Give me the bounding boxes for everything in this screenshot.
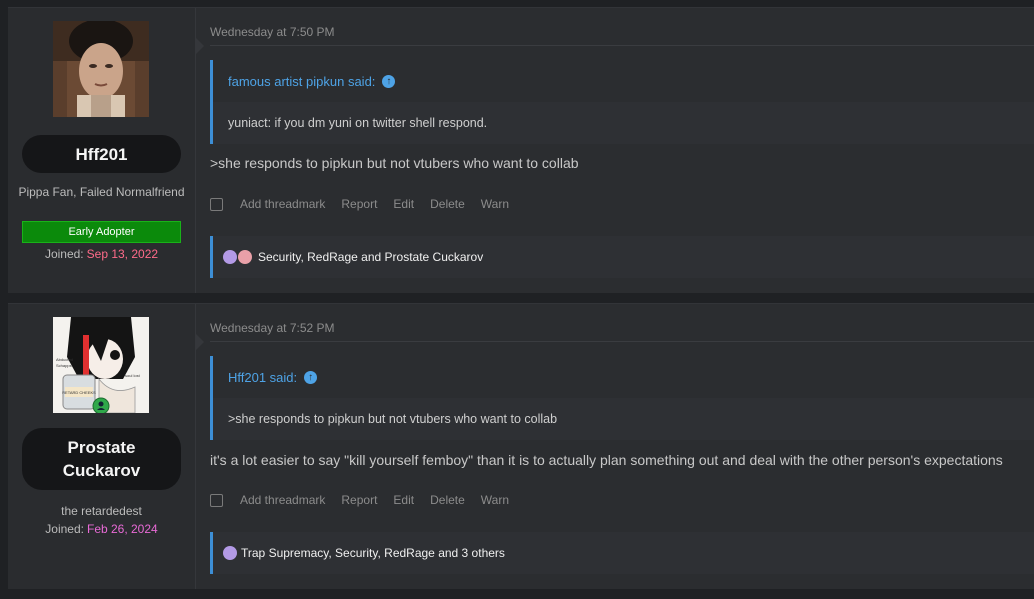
user-info-panel: RETARD CHEEKS Abducted Schapps soul lost…	[8, 304, 204, 589]
add-threadmark-link[interactable]: Add threadmark	[240, 493, 325, 507]
edit-link[interactable]: Edit	[393, 493, 414, 507]
joined-info: Joined: Feb 26, 2024	[8, 522, 195, 536]
joined-info: Joined: Sep 13, 2022	[8, 247, 195, 261]
edit-link[interactable]: Edit	[393, 197, 414, 211]
post-timestamp[interactable]: Wednesday at 7:52 PM	[210, 321, 335, 335]
quote-author[interactable]: famous artist pipkun said:	[228, 74, 375, 89]
jar-label: RETARD CHEEKS	[62, 390, 96, 395]
username-line-1[interactable]: Prostate	[67, 436, 135, 459]
early-adopter-badge: Early Adopter	[22, 221, 181, 243]
report-link[interactable]: Report	[341, 197, 377, 211]
avatar-side-label-1: Abducted	[56, 357, 73, 362]
joined-label: Joined:	[44, 247, 84, 261]
username-text[interactable]: Hff201	[76, 143, 128, 166]
username[interactable]: Prostate Cuckarov	[22, 428, 181, 490]
user-info-panel: Hff201 Pippa Fan, Failed Normalfriend Ea…	[8, 8, 204, 293]
username[interactable]: Hff201	[22, 135, 181, 173]
select-checkbox[interactable]	[210, 197, 223, 211]
warn-link[interactable]: Warn	[481, 493, 509, 507]
post: RETARD CHEEKS Abducted Schapps soul lost…	[8, 303, 1034, 589]
user-title: Pippa Fan, Failed Normalfriend	[18, 185, 185, 199]
reaction-emoji-icon	[238, 250, 252, 264]
quote-text: >she responds to pipkun but not vtubers …	[213, 398, 1034, 440]
reactions-text[interactable]: Trap Supremacy, Security, RedRage and 3 …	[241, 546, 505, 560]
post-actions: Add threadmark Report Edit Delete Warn	[210, 493, 525, 507]
reaction-emoji-icon	[223, 250, 237, 264]
divider	[210, 45, 1034, 46]
add-threadmark-link[interactable]: Add threadmark	[240, 197, 325, 211]
select-checkbox[interactable]	[210, 493, 223, 507]
warn-link[interactable]: Warn	[481, 197, 509, 211]
quote-block: Hff201 said: ↑ >she responds to pipkun b…	[210, 356, 1034, 440]
quote-header[interactable]: famous artist pipkun said: ↑	[213, 60, 1034, 102]
report-link[interactable]: Report	[341, 493, 377, 507]
joined-label: Joined:	[45, 522, 84, 536]
post-message: it's a lot easier to say "kill yourself …	[210, 452, 1003, 468]
avatar[interactable]: RETARD CHEEKS Abducted Schapps soul lost	[53, 317, 149, 413]
quote-block: famous artist pipkun said: ↑ yuniact: if…	[210, 60, 1034, 144]
quote-header[interactable]: Hff201 said: ↑	[213, 356, 1034, 398]
quote-text: yuniact: if you dm yuni on twitter shell…	[213, 102, 1034, 144]
username-line-2[interactable]: Cuckarov	[63, 459, 140, 482]
post-content: Wednesday at 7:52 PM Hff201 said: ↑ >she…	[210, 304, 1034, 589]
quote-author[interactable]: Hff201 said:	[228, 370, 297, 385]
reactions-text[interactable]: Security, RedRage and Prostate Cuckarov	[258, 250, 483, 264]
avatar-soul-label: soul lost	[125, 373, 141, 378]
delete-link[interactable]: Delete	[430, 493, 465, 507]
arrow-up-icon[interactable]: ↑	[382, 74, 396, 88]
post-message: >she responds to pipkun but not vtubers …	[210, 155, 579, 171]
reaction-emoji-icon	[223, 546, 237, 560]
avatar-side-label-2: Schapps	[56, 363, 72, 368]
reactions-bar[interactable]: Security, RedRage and Prostate Cuckarov	[210, 236, 1034, 278]
delete-link[interactable]: Delete	[430, 197, 465, 211]
user-title: the retardedest	[61, 504, 142, 518]
joined-date: Feb 26, 2024	[86, 522, 158, 536]
post-actions: Add threadmark Report Edit Delete Warn	[210, 197, 525, 211]
avatar[interactable]	[53, 21, 149, 117]
post-content: Wednesday at 7:50 PM famous artist pipku…	[210, 8, 1034, 293]
divider	[210, 341, 1034, 342]
arrow-up-icon[interactable]: ↑	[304, 370, 318, 384]
post: Hff201 Pippa Fan, Failed Normalfriend Ea…	[8, 7, 1034, 293]
joined-date: Sep 13, 2022	[86, 247, 159, 261]
reactions-bar[interactable]: Trap Supremacy, Security, RedRage and 3 …	[210, 532, 1034, 574]
post-timestamp[interactable]: Wednesday at 7:50 PM	[210, 25, 335, 39]
